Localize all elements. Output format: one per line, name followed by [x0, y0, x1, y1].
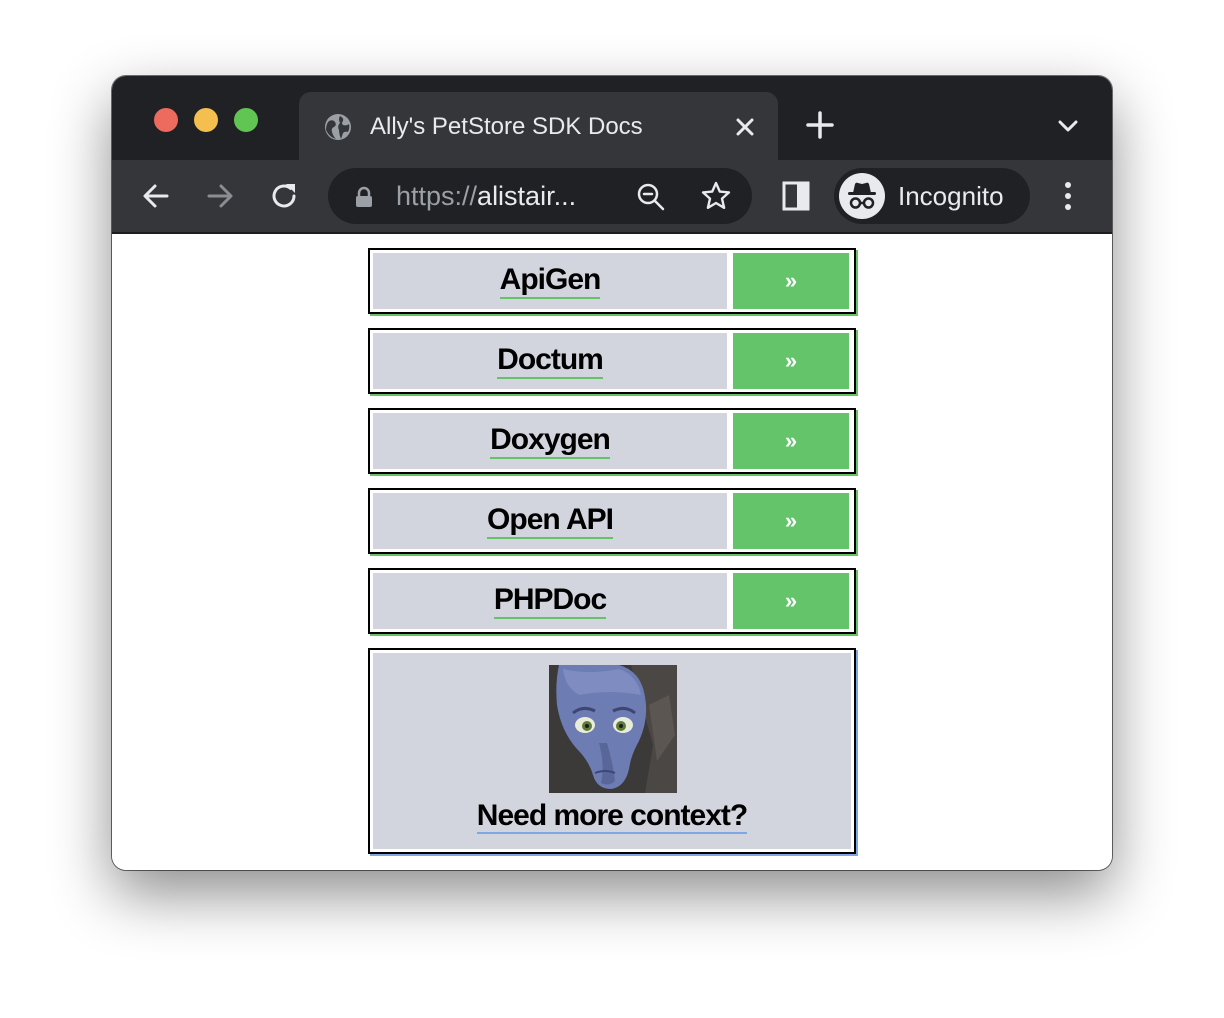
doc-link-card-phpdoc: PHPDoc » — [368, 568, 856, 634]
url-scheme: https:// — [396, 181, 478, 211]
doc-link-doxygen[interactable]: Doxygen — [490, 423, 611, 459]
doc-link-label-box: PHPDoc — [373, 573, 727, 629]
incognito-profile-button[interactable]: Incognito — [834, 168, 1030, 224]
maximize-window-button[interactable] — [234, 108, 258, 132]
arrow-right-icon[interactable] — [204, 180, 236, 212]
incognito-label: Incognito — [898, 181, 1004, 211]
star-icon[interactable] — [700, 180, 732, 212]
kebab-menu-icon[interactable] — [1052, 180, 1084, 212]
close-icon[interactable] — [732, 114, 758, 140]
context-text-wrap: Need more context? — [373, 799, 851, 834]
doc-link-doctum[interactable]: Doctum — [497, 343, 604, 379]
incognito-avatar — [839, 173, 885, 219]
doc-link-label-box: ApiGen — [373, 253, 727, 309]
context-card-inner: Need more context? — [373, 653, 851, 849]
go-button-phpdoc[interactable]: » — [733, 573, 849, 629]
incognito-icon — [848, 182, 876, 209]
url-text: https://alistair... — [396, 180, 576, 212]
go-button-doxygen[interactable]: » — [733, 413, 849, 469]
tab-strip: Ally's PetStore SDK Docs — [112, 76, 1112, 160]
context-card: Need more context? — [368, 648, 856, 854]
doc-link-card-open-api: Open API » — [368, 488, 856, 554]
doc-link-card-doxygen: Doxygen » — [368, 408, 856, 474]
arrow-left-icon[interactable] — [140, 180, 172, 212]
zoom-out-icon[interactable] — [636, 182, 666, 212]
doc-link-label-box: Open API — [373, 493, 727, 549]
go-button-open-api[interactable]: » — [733, 493, 849, 549]
go-button-apigen[interactable]: » — [733, 253, 849, 309]
plus-icon[interactable] — [805, 110, 835, 140]
doc-link-apigen[interactable]: ApiGen — [499, 263, 601, 299]
doc-link-label-box: Doctum — [373, 333, 727, 389]
side-panel-icon[interactable] — [780, 180, 812, 212]
need-more-context-link[interactable]: Need more context? — [476, 799, 748, 834]
page-viewport: ApiGen » Doctum » Doxygen » Open API » P… — [112, 234, 1112, 870]
doc-link-open-api[interactable]: Open API — [487, 503, 614, 539]
doc-link-phpdoc[interactable]: PHPDoc — [493, 583, 607, 619]
lock-icon[interactable] — [354, 186, 374, 208]
doc-link-card-apigen: ApiGen » — [368, 248, 856, 314]
address-bar[interactable]: https://alistair... — [328, 168, 752, 224]
reload-icon[interactable] — [268, 180, 300, 212]
doc-link-card-doctum: Doctum » — [368, 328, 856, 394]
context-image — [549, 665, 677, 793]
go-button-doctum[interactable]: » — [733, 333, 849, 389]
doc-link-label-box: Doxygen — [373, 413, 727, 469]
tab-title: Ally's PetStore SDK Docs — [370, 113, 643, 140]
chevron-down-icon[interactable] — [1056, 114, 1080, 138]
close-window-button[interactable] — [154, 108, 178, 132]
browser-window: Ally's PetStore SDK Docs https://alistai… — [112, 76, 1112, 870]
active-tab[interactable]: Ally's PetStore SDK Docs — [299, 92, 778, 160]
toolbar: https://alistair... Incognito — [112, 160, 1112, 234]
minimize-window-button[interactable] — [194, 108, 218, 132]
url-host: alistair... — [477, 181, 577, 211]
globe-icon — [325, 114, 351, 140]
